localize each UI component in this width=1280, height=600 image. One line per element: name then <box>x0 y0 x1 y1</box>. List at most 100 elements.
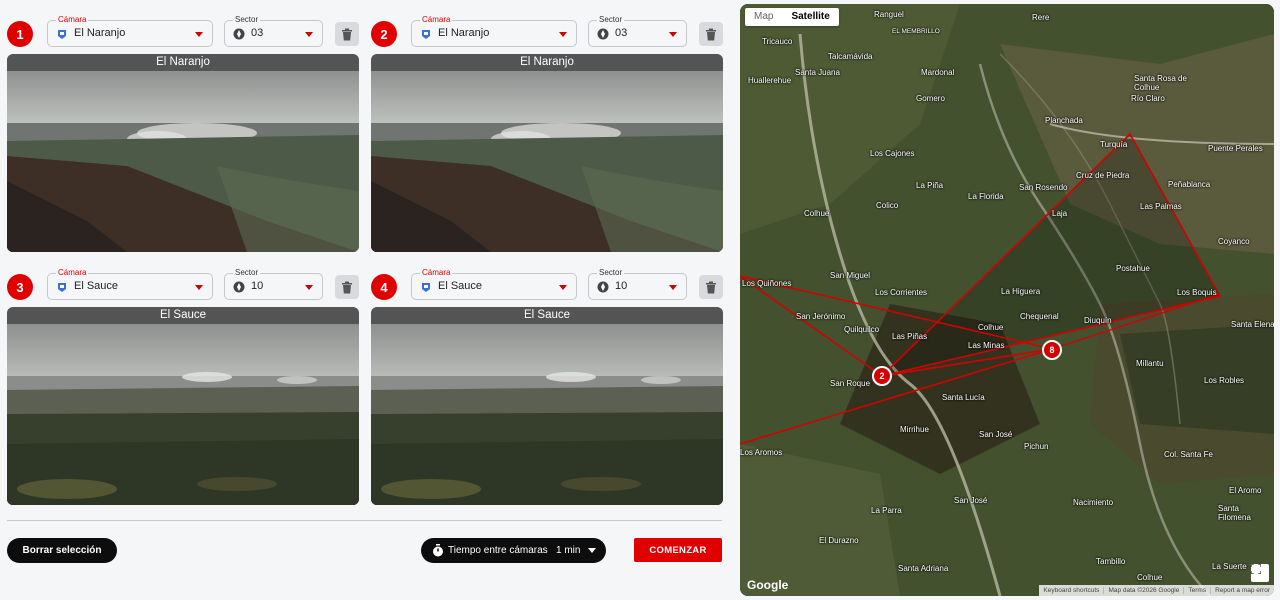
camera-icon <box>422 30 430 39</box>
place-label: Col. Santa Fe <box>1164 450 1213 459</box>
camera-index-badge: 4 <box>371 274 397 300</box>
place-label: Pichun <box>1024 442 1049 451</box>
place-label: Colico <box>876 201 899 210</box>
camera-cell-1: 1 Cámara El Naranjo Sector 03 El Naranjo <box>7 14 359 252</box>
place-label: Santa Juana <box>795 68 840 77</box>
place-label: Los Robles <box>1204 376 1245 385</box>
clear-selection-button[interactable]: Borrar selección <box>7 538 117 563</box>
camera-cell-3: 3 Cámara El Sauce Sector 10 El Sauce <box>7 267 359 505</box>
camera-select[interactable]: Cámara El Sauce <box>47 267 213 300</box>
delete-camera-button[interactable] <box>335 22 359 46</box>
camera-select-value: El Naranjo <box>438 27 490 39</box>
sector-select[interactable]: Sector 10 <box>224 267 323 300</box>
marker-label: 2 <box>879 371 885 381</box>
camera-marker[interactable]: 2 <box>872 366 892 386</box>
place-label: Los Corrientes <box>875 288 928 297</box>
place-label: San Roque <box>830 379 871 388</box>
divider <box>7 520 722 521</box>
camera-select[interactable]: Cámara El Naranjo <box>47 14 213 47</box>
camera-interval-select[interactable]: Tiempo entre cámaras 1 min <box>421 538 606 563</box>
chevron-down-icon <box>588 548 596 553</box>
place-label: La Florida <box>968 192 1004 201</box>
camera-index-badge: 3 <box>7 274 33 300</box>
camera-icon <box>422 283 430 292</box>
place-label: Planchada <box>1045 116 1083 125</box>
sector-select[interactable]: Sector 10 <box>588 267 687 300</box>
place-label: Ranguel <box>874 10 904 19</box>
camera-image[interactable]: El Sauce <box>371 307 723 505</box>
camera-image-title: El Sauce <box>7 307 359 324</box>
camera-controls: 2 Cámara El Naranjo Sector 03 <box>371 14 723 50</box>
place-label: Los Aromos <box>740 448 783 457</box>
compass-icon <box>597 28 609 40</box>
sector-select-label: Sector <box>597 14 625 25</box>
trash-icon <box>342 28 352 40</box>
place-label: Cruz de Piedra <box>1076 171 1130 180</box>
compass-icon <box>597 281 609 293</box>
interval-label: Tiempo entre cámaras <box>448 545 548 556</box>
sector-select[interactable]: Sector 03 <box>588 14 687 47</box>
place-label: Coyanco <box>1218 237 1250 246</box>
chevron-down-icon <box>195 32 203 37</box>
camera-feed-image <box>371 324 723 505</box>
place-label: Peñablanca <box>1168 180 1211 189</box>
camera-select-value: El Sauce <box>74 280 119 292</box>
place-label: La Parra <box>871 506 902 515</box>
place-label: Las Minas <box>968 341 1005 350</box>
map-type-toggle: Map Satellite <box>745 8 839 26</box>
chevron-down-icon <box>559 32 567 37</box>
fullscreen-button[interactable] <box>1251 564 1269 582</box>
trash-icon <box>342 281 352 293</box>
camera-image[interactable]: El Naranjo <box>371 54 723 252</box>
camera-select-value: El Sauce <box>438 280 483 292</box>
sector-select[interactable]: Sector 03 <box>224 14 323 47</box>
camera-select-value: El Naranjo <box>74 27 126 39</box>
camera-marker[interactable]: 8 <box>1042 340 1062 360</box>
sector-select-value: 10 <box>251 280 264 292</box>
delete-camera-button[interactable] <box>335 275 359 299</box>
place-label: Rere <box>1032 13 1050 22</box>
map-view-button[interactable]: Map <box>745 8 782 26</box>
place-label: Colhue <box>804 209 830 218</box>
place-label: EL MEMBRILLO <box>892 28 940 35</box>
sector-select-value: 03 <box>615 27 628 39</box>
place-label: Santa Elena <box>1231 320 1274 329</box>
sector-select-value: 10 <box>615 280 628 292</box>
place-label: El Durazno <box>819 536 859 545</box>
place-label: Río Claro <box>1131 94 1165 103</box>
camera-controls: 1 Cámara El Naranjo Sector 03 <box>7 14 359 50</box>
chevron-down-icon <box>669 32 677 37</box>
camera-select-label: Cámara <box>56 267 89 278</box>
map-attribution: Keyboard shortcuts Map data ©2026 Google… <box>1039 585 1274 596</box>
camera-select[interactable]: Cámara El Naranjo <box>411 14 577 47</box>
interval-value: 1 min <box>556 545 581 556</box>
camera-image[interactable]: El Naranjo <box>7 54 359 252</box>
camera-view-overlay <box>740 132 1222 445</box>
delete-camera-button[interactable] <box>699 22 723 46</box>
camera-select-label: Cámara <box>56 14 89 25</box>
place-label: Laja <box>1052 209 1068 218</box>
terms-link[interactable]: Terms <box>1183 587 1210 594</box>
trash-icon <box>706 28 716 40</box>
keyboard-shortcuts-link[interactable]: Keyboard shortcuts <box>1039 587 1103 594</box>
stopwatch-icon <box>433 544 443 557</box>
compass-icon <box>233 281 245 293</box>
camera-image[interactable]: El Sauce <box>7 307 359 505</box>
camera-select-label: Cámara <box>420 267 453 278</box>
place-label: Nacimiento <box>1073 498 1114 507</box>
start-button[interactable]: COMENZAR <box>634 538 722 562</box>
delete-camera-button[interactable] <box>699 275 723 299</box>
satellite-view-button[interactable]: Satellite <box>782 8 838 26</box>
place-label: Tambillo <box>1096 557 1126 566</box>
camera-icon <box>58 283 66 292</box>
camera-select-label: Cámara <box>420 14 453 25</box>
place-label: Millantu <box>1136 359 1164 368</box>
report-error-link[interactable]: Report a map error <box>1210 587 1274 594</box>
camera-feed-image <box>7 324 359 505</box>
camera-controls: 3 Cámara El Sauce Sector 10 <box>7 267 359 303</box>
camera-select[interactable]: Cámara El Sauce <box>411 267 577 300</box>
camera-image-title: El Naranjo <box>7 54 359 71</box>
satellite-map[interactable]: 2 8 Map Satellite Ranguel Rere Tricauco … <box>740 4 1274 596</box>
place-label: Colhue <box>978 323 1004 332</box>
place-label: El Aromo <box>1229 486 1262 495</box>
